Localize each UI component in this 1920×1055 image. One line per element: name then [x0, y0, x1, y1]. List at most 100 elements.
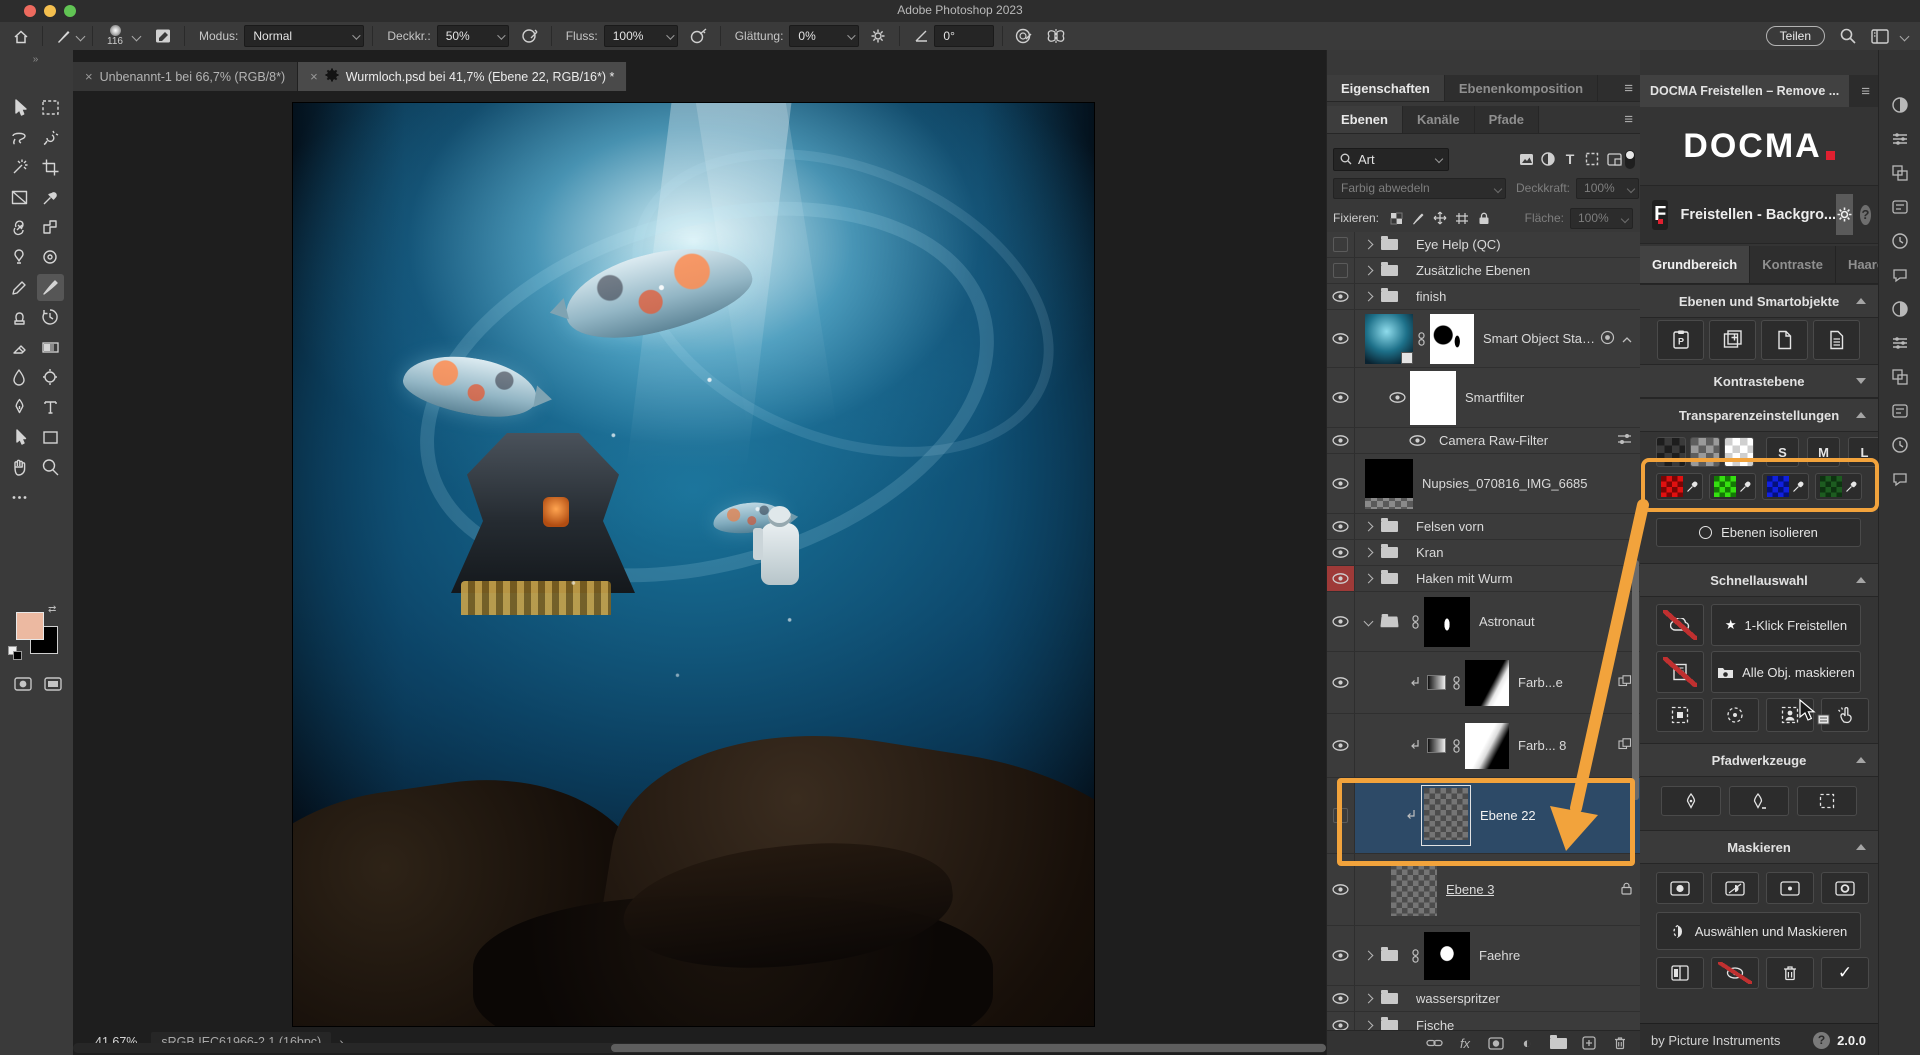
tab-ebenen[interactable]: Ebenen [1327, 106, 1403, 133]
layer-thumbnail[interactable] [1465, 659, 1509, 706]
layer-filtering-toggle[interactable] [1625, 149, 1635, 169]
workspace-chevron-icon[interactable] [1899, 31, 1910, 41]
eyedropper-tool[interactable] [37, 184, 64, 211]
dock-history-icon[interactable] [1879, 398, 1920, 424]
one-click-freistellen-button[interactable]: ★ 1-Klick Freistellen [1711, 604, 1861, 646]
visibility-eye-icon[interactable] [1327, 1012, 1355, 1030]
pressure-opacity-icon[interactable] [517, 24, 543, 48]
checker-size-l-button[interactable]: L [1848, 437, 1881, 467]
docma-settings-gear-icon[interactable] [1836, 194, 1854, 235]
path-selection-tool[interactable] [6, 424, 33, 451]
filter-options-icon[interactable] [1617, 433, 1632, 448]
select-focus-button[interactable] [1711, 698, 1759, 732]
docma-tab-grundbereich[interactable]: Grundbereich [1640, 246, 1751, 283]
apply-mask-button[interactable]: ✓ [1821, 957, 1869, 989]
brush-settings-panel-icon[interactable] [150, 24, 176, 48]
flow-select[interactable]: 100% [603, 25, 678, 47]
tab-eigenschaften[interactable]: Eigenschaften [1327, 75, 1445, 101]
hide-mask-button[interactable] [1711, 957, 1759, 989]
section-ebenen-smartobjekte[interactable]: Ebenen und Smartobjekte [1640, 284, 1878, 318]
delete-layer-icon[interactable] [1611, 1034, 1629, 1052]
tab-pfade[interactable]: Pfade [1474, 106, 1540, 133]
dock-libraries-icon[interactable] [1879, 126, 1920, 152]
filter-adjustment-layers-icon[interactable] [1537, 148, 1559, 170]
lock-all-icon[interactable] [1473, 207, 1495, 229]
ebenen-isolieren-button[interactable]: Ebenen isolieren [1656, 518, 1861, 547]
spot-healing-tool[interactable] [6, 244, 33, 271]
add-adjustment-layer-icon[interactable]: ◐ [1518, 1034, 1536, 1052]
move-tool[interactable] [6, 94, 33, 121]
horizontal-scrollbar-thumb[interactable] [611, 1044, 1326, 1052]
checker-size-m-button[interactable]: M [1807, 437, 1840, 467]
visibility-eye-icon[interactable] [1327, 854, 1355, 925]
visibility-eye-icon[interactable] [1327, 514, 1355, 539]
foreground-color-swatch[interactable] [16, 612, 44, 640]
layers-panel-menu-icon[interactable]: ≡ [1624, 111, 1633, 128]
hand-tool[interactable] [6, 454, 33, 481]
brush-tool-chevron-icon[interactable] [75, 31, 86, 41]
layer-thumbnail[interactable] [1424, 931, 1470, 980]
share-button[interactable]: Teilen [1765, 26, 1825, 46]
visibility-eye-icon[interactable] [1327, 714, 1355, 777]
layer-row[interactable]: Camera Raw-Filter [1327, 428, 1641, 454]
layer-row[interactable]: Smart Object Stamp [1327, 310, 1641, 368]
filter-pixel-layers-icon[interactable] [1515, 148, 1537, 170]
swap-colors-icon[interactable]: ⇄ [48, 604, 56, 615]
tab-kanaele[interactable]: Kanäle [1402, 106, 1475, 133]
document-tab-unbenannt[interactable]: × Unbenannt-1 bei 66,7% (RGB/8*) [73, 62, 299, 91]
toolbar-grip-icon[interactable]: » [0, 54, 73, 65]
zoom-tool[interactable] [37, 454, 64, 481]
layer-thumbnail[interactable] [1410, 370, 1456, 425]
paste-as-smartobject-button[interactable]: P [1657, 320, 1704, 360]
pen-tool-button[interactable] [1661, 786, 1721, 816]
select-subject-button[interactable] [1656, 698, 1704, 732]
patch-tool[interactable] [37, 214, 64, 241]
layer-row[interactable]: Ebene 3 [1327, 854, 1641, 926]
finger-select-button[interactable] [1821, 698, 1869, 732]
layer-row[interactable]: Zusätzliche Ebenen [1327, 258, 1641, 284]
visibility-toggle-empty[interactable] [1327, 258, 1355, 283]
docma-version-help-icon[interactable]: ? [1813, 1031, 1831, 1049]
visibility-eye-icon[interactable] [1327, 428, 1355, 453]
transparency-red-button[interactable] [1656, 473, 1703, 500]
visibility-eye-icon[interactable] [1327, 592, 1355, 651]
shrink-mask-button[interactable] [1766, 872, 1814, 904]
split-view-button[interactable] [1656, 957, 1704, 989]
invert-mask-button[interactable] [1711, 872, 1759, 904]
layer-row[interactable]: Felsen vorn [1327, 514, 1641, 540]
dock-swatches-icon[interactable] [1879, 228, 1920, 254]
transparency-custom-button[interactable] [1815, 473, 1862, 500]
layer-row[interactable]: Farb...e [1327, 652, 1641, 714]
tab-ebenenkomposition[interactable]: Ebenenkomposition [1444, 75, 1599, 101]
gradient-map-icon[interactable] [1427, 675, 1446, 690]
layer-row[interactable]: Faehre [1327, 926, 1641, 986]
lock-pixels-icon[interactable] [1407, 207, 1429, 229]
layer-blend-mode-select[interactable]: Farbig abwedeln [1333, 177, 1506, 199]
remove-document-background-button[interactable] [1656, 651, 1704, 693]
layer-row[interactable]: Kran [1327, 540, 1641, 566]
layer-row[interactable]: finish [1327, 284, 1641, 310]
dock-gradients-icon[interactable] [1879, 262, 1920, 288]
pencil-tool[interactable] [6, 274, 33, 301]
opacity-select[interactable]: 50% [436, 25, 509, 47]
visibility-eye-icon[interactable] [1327, 454, 1355, 513]
eraser-tool[interactable] [6, 334, 33, 361]
type-tool[interactable] [37, 394, 64, 421]
smart-filter-badge-icon[interactable] [1600, 330, 1615, 348]
quick-selection-tool[interactable] [37, 124, 64, 151]
layer-thumbnail[interactable] [1424, 788, 1468, 840]
new-group-icon[interactable] [1549, 1034, 1567, 1052]
checker-light-button[interactable] [1724, 437, 1754, 467]
filter-smart-objects-icon[interactable] [1603, 148, 1625, 170]
section-kontrastebene[interactable]: Kontrastebene [1640, 364, 1878, 398]
dock-histogram-icon[interactable] [1879, 330, 1920, 356]
layer-row[interactable]: Smartfilter [1327, 368, 1641, 428]
flatten-copy-button[interactable] [1813, 320, 1860, 360]
checker-size-s-button[interactable]: S [1766, 437, 1799, 467]
blend-mode-select[interactable]: Normal [244, 25, 365, 47]
visibility-eye-icon[interactable] [1327, 310, 1355, 367]
duplicate-layer-button[interactable] [1761, 320, 1808, 360]
symmetry-butterfly-icon[interactable] [1043, 24, 1069, 48]
layer-row[interactable]: Eye Help (QC) [1327, 232, 1641, 258]
section-transparenzeinstellungen[interactable]: Transparenzeinstellungen [1640, 398, 1878, 432]
